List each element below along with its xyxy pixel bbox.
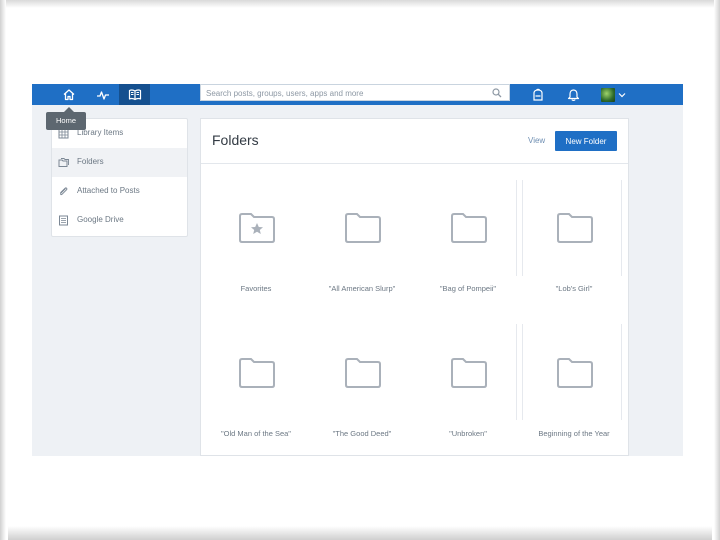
folder-tile[interactable]: "All American Slurp"	[309, 180, 415, 300]
app-screenshot: Search posts, groups, users, apps and mo…	[32, 84, 683, 456]
user-menu-button[interactable]	[595, 84, 631, 105]
backpack-button[interactable]	[522, 84, 553, 105]
nav-library-button[interactable]	[119, 84, 150, 105]
folder-tile[interactable]: "Bag of Pompeii"	[415, 180, 521, 300]
paperclip-icon	[60, 187, 68, 196]
sidebar-item-google-drive[interactable]: Google Drive	[52, 206, 187, 235]
folder-icon	[557, 358, 593, 388]
new-folder-button[interactable]: New Folder	[555, 131, 617, 151]
nav-activity-button[interactable]	[87, 84, 118, 105]
folder-icon	[345, 358, 381, 388]
folder-label: "Unbroken"	[449, 429, 487, 438]
folder-label: "All American Slurp"	[328, 284, 396, 293]
search-placeholder: Search posts, groups, users, apps and mo…	[206, 89, 364, 98]
view-toggle-button[interactable]: View	[528, 136, 545, 145]
search-icon[interactable]	[492, 88, 502, 98]
star-folder-icon	[239, 213, 275, 243]
sidebar-item-label: Attached to Posts	[77, 186, 140, 195]
sidebar-item-label: Google Drive	[77, 215, 124, 224]
folder-tile[interactable]: "Unbroken"	[415, 325, 521, 445]
folder-label: Favorites	[240, 284, 272, 293]
header-divider	[201, 163, 628, 164]
folder-tile[interactable]: "The Good Deed"	[309, 325, 415, 445]
search-input[interactable]: Search posts, groups, users, apps and mo…	[200, 84, 510, 101]
nav-home-button[interactable]	[53, 84, 84, 105]
slide-frame-left	[0, 0, 6, 540]
sidebar-item-folders[interactable]: Folders	[52, 148, 187, 177]
sidebar-item-label: Folders	[77, 157, 104, 166]
library-sidebar: Library Items Folders Attached to Posts …	[51, 118, 188, 237]
folder-icon	[239, 358, 275, 388]
slide-frame-bottom	[8, 526, 712, 540]
page-title: Folders	[212, 132, 259, 148]
chevron-down-icon	[618, 92, 625, 97]
folder-icon	[451, 358, 487, 388]
folder-icon	[345, 213, 381, 243]
folder-label: "Lob's Girl"	[555, 284, 593, 293]
notifications-button[interactable]	[558, 84, 589, 105]
folder-tile[interactable]: "Old Man of the Sea"	[203, 325, 309, 445]
document-icon	[59, 215, 68, 226]
sidebar-item-attached-to-posts[interactable]: Attached to Posts	[52, 177, 187, 206]
slide-frame-right	[714, 0, 720, 540]
home-tooltip: Home	[46, 107, 87, 130]
folder-icon	[557, 213, 593, 243]
folders-panel: Folders View New Folder Favorites "All A…	[200, 118, 629, 456]
folder-label: "Old Man of the Sea"	[221, 429, 291, 438]
book-icon	[128, 89, 141, 101]
folder-label: "Bag of Pompeii"	[439, 284, 497, 293]
folder-tile[interactable]: Beginning of the Year	[521, 325, 627, 445]
folder-icon	[451, 213, 487, 243]
folder-label: "The Good Deed"	[332, 429, 392, 438]
slide-frame-top	[0, 0, 720, 8]
home-icon	[63, 89, 74, 101]
folders-icon	[58, 158, 69, 167]
folder-tile-favorites[interactable]: Favorites	[203, 180, 309, 300]
folder-tile[interactable]: "Lob's Girl"	[521, 180, 627, 300]
avatar	[600, 87, 615, 102]
top-nav-bar: Search posts, groups, users, apps and mo…	[32, 84, 683, 105]
backpack-icon	[532, 88, 543, 101]
folder-label: Beginning of the Year	[538, 429, 610, 438]
bell-icon	[567, 88, 580, 101]
activity-icon	[96, 90, 109, 100]
